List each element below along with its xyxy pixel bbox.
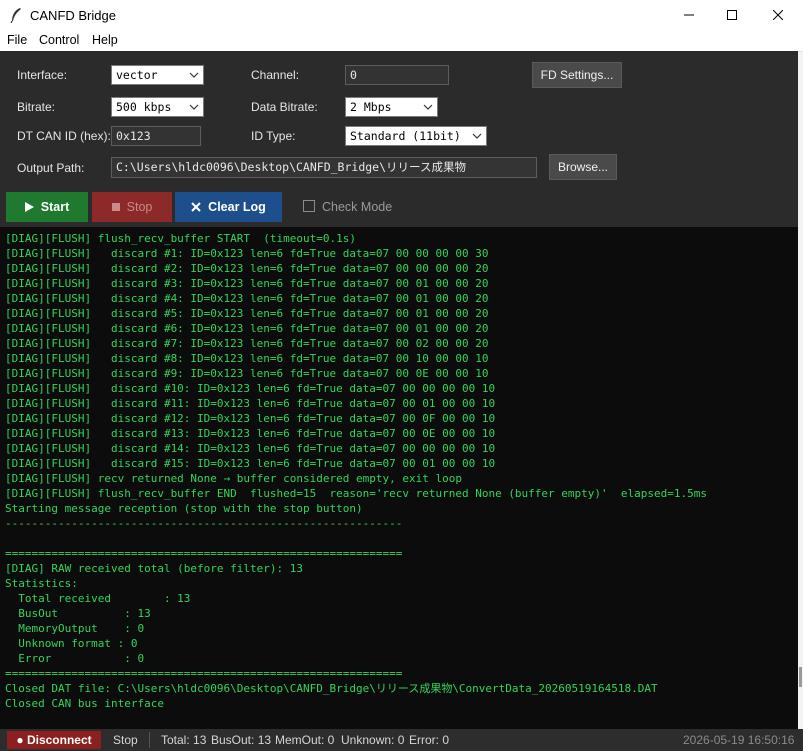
close-icon — [191, 202, 201, 212]
chevron-down-icon — [423, 104, 433, 110]
log-line: ========================================… — [5, 667, 403, 680]
menu-control[interactable]: Control — [39, 33, 79, 47]
output-path-input[interactable]: C:\Users\hldc0096\Desktop\CANFD_Bridge\リ… — [111, 157, 537, 178]
log-line: [DIAG][FLUSH] discard #3: ID=0x123 len=6… — [5, 277, 489, 290]
log-line: BusOut : 13 — [5, 607, 151, 620]
check-mode-label: Check Mode — [322, 200, 393, 214]
interface-value: vector — [116, 68, 158, 82]
disconnect-badge: ● Disconnect — [7, 731, 101, 749]
start-label: Start — [40, 200, 70, 214]
status-memout: MemOut: 0 — [275, 733, 335, 747]
log-line: ----------------------------------------… — [5, 517, 403, 530]
channel-label: Channel: — [251, 68, 300, 82]
log-line: [DIAG][FLUSH] discard #13: ID=0x123 len=… — [5, 427, 496, 440]
stop-button[interactable]: Stop — [92, 192, 172, 222]
menu-file[interactable]: File — [7, 33, 27, 47]
close-window-button[interactable] — [755, 0, 801, 30]
log-line: [DIAG] RAW received total (before filter… — [5, 562, 304, 575]
dt-can-id-label: DT CAN ID (hex): — [17, 129, 111, 143]
log-line: [DIAG][FLUSH] discard #7: ID=0x123 len=6… — [5, 337, 489, 350]
minimize-icon — [684, 14, 694, 16]
dt-can-id-input[interactable]: 0x123 — [111, 126, 201, 146]
log-output[interactable]: [DIAG][FLUSH] flush_recv_buffer START (t… — [0, 227, 798, 729]
browse-button[interactable]: Browse... — [549, 154, 617, 180]
start-button[interactable]: Start — [6, 192, 88, 222]
log-line: [DIAG][FLUSH] flush_recv_buffer END flus… — [5, 487, 707, 500]
chevron-down-icon — [189, 104, 199, 110]
scrollbar-thumb[interactable] — [799, 667, 802, 687]
interface-select[interactable]: vector — [111, 65, 204, 85]
log-scrollbar[interactable] — [798, 227, 803, 729]
log-line: [DIAG][FLUSH] discard #1: ID=0x123 len=6… — [5, 247, 489, 260]
log-line: Closed CAN bus interface — [5, 697, 164, 710]
log-line: Closed DAT file: C:\Users\hldc0096\Deskt… — [5, 682, 658, 695]
chevron-down-icon — [472, 133, 482, 139]
status-error: Error: 0 — [409, 733, 450, 747]
log-line: [DIAG][FLUSH] discard #11: ID=0x123 len=… — [5, 397, 496, 410]
output-path-label: Output Path: — [17, 161, 85, 175]
status-total: Total: 13 — [161, 733, 207, 747]
clear-log-button[interactable]: Clear Log — [175, 192, 282, 222]
stop-icon — [111, 203, 120, 211]
bitrate-value: 500 kbps — [116, 100, 172, 114]
close-icon — [773, 10, 783, 20]
status-state: Stop — [113, 733, 138, 747]
log-line: [DIAG][FLUSH] discard #10: ID=0x123 len=… — [5, 382, 496, 395]
log-line: [DIAG][FLUSH] discard #8: ID=0x123 len=6… — [5, 352, 489, 365]
log-line: [DIAG][FLUSH] discard #6: ID=0x123 len=6… — [5, 322, 489, 335]
log-line: ========================================… — [5, 547, 403, 560]
window-title: CANFD Bridge — [30, 8, 116, 23]
log-line: MemoryOutput : 0 — [5, 622, 145, 635]
log-line: [DIAG][FLUSH] discard #2: ID=0x123 len=6… — [5, 262, 489, 275]
log-line: Error : 0 — [5, 652, 145, 665]
log-line: Starting message reception (stop with th… — [5, 502, 363, 515]
log-line: Total received : 13 — [5, 592, 191, 605]
data-bitrate-label: Data Bitrate: — [251, 100, 318, 114]
bitrate-select[interactable]: 500 kbps — [111, 97, 204, 117]
log-line: [DIAG][FLUSH] discard #15: ID=0x123 len=… — [5, 457, 496, 470]
status-bar: ● Disconnect Stop Total: 13 BusOut: 13 M… — [0, 729, 803, 751]
maximize-button[interactable] — [709, 0, 755, 30]
log-line: [DIAG][FLUSH] discard #5: ID=0x123 len=6… — [5, 307, 489, 320]
log-line: [DIAG][FLUSH] discard #4: ID=0x123 len=6… — [5, 292, 489, 305]
feather-icon — [10, 8, 21, 23]
status-busout: BusOut: 13 — [211, 733, 272, 747]
id-type-select[interactable]: Standard (11bit) — [345, 126, 487, 146]
status-timestamp: 2026-05-19 16:50:16 — [683, 733, 795, 747]
data-bitrate-value: 2 Mbps — [350, 100, 392, 114]
log-line: [DIAG][FLUSH] recv returned None → buffe… — [5, 472, 462, 485]
bitrate-label: Bitrate: — [17, 100, 56, 114]
log-line: [DIAG][FLUSH] flush_recv_buffer START (t… — [5, 232, 356, 245]
title-bar: CANFD Bridge — [0, 0, 803, 30]
clear-log-label: Clear Log — [208, 200, 266, 214]
status-unknown: Unknown: 0 — [341, 733, 405, 747]
log-line: Unknown format : 0 — [5, 637, 138, 650]
data-bitrate-select[interactable]: 2 Mbps — [345, 97, 438, 117]
menu-bar: File Control Help — [0, 30, 803, 52]
status-divider — [149, 732, 150, 748]
log-line: [DIAG][FLUSH] discard #9: ID=0x123 len=6… — [5, 367, 489, 380]
check-mode-checkbox[interactable] — [303, 200, 315, 212]
log-line: [DIAG][FLUSH] discard #12: ID=0x123 len=… — [5, 412, 496, 425]
chevron-down-icon — [189, 72, 199, 78]
fd-settings-button[interactable]: FD Settings... — [532, 62, 622, 88]
stop-label: Stop — [126, 200, 153, 214]
id-type-label: ID Type: — [251, 129, 296, 143]
log-line: [DIAG][FLUSH] discard #14: ID=0x123 len=… — [5, 442, 496, 455]
menu-help[interactable]: Help — [92, 33, 118, 47]
id-type-value: Standard (11bit) — [350, 129, 461, 143]
maximize-icon — [727, 10, 737, 20]
play-icon — [24, 202, 34, 212]
minimize-button[interactable] — [666, 0, 712, 30]
interface-label: Interface: — [17, 68, 68, 82]
log-line: Statistics: — [5, 577, 78, 590]
channel-input[interactable]: 0 — [345, 65, 449, 85]
